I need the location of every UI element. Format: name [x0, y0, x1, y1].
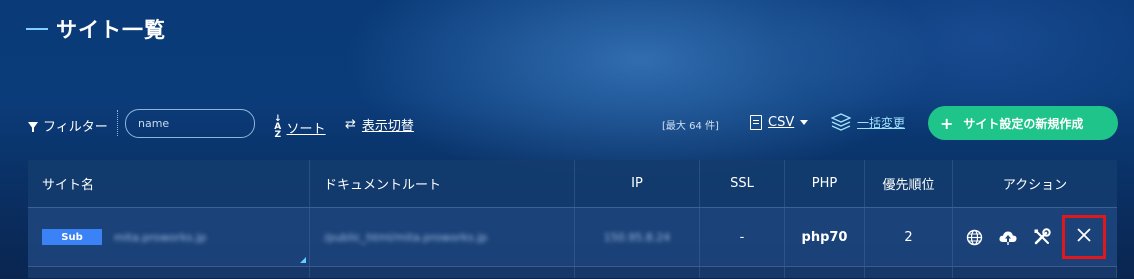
tools-icon[interactable] — [1032, 227, 1052, 247]
col-actions: アクション — [1002, 178, 1068, 193]
globe-icon[interactable] — [964, 227, 984, 247]
filter-icon — [28, 122, 38, 132]
table-header: サイト名 ドキュメントルート IP SSL PHP 優先順位 アクション — [28, 160, 1117, 207]
layers-icon — [831, 113, 851, 131]
table-row[interactable]: Sub mita.proworks.jp /public_html/mita.p… — [28, 207, 1117, 266]
cell-priority: 2 — [865, 208, 953, 266]
view-toggle-label: 表示切替 — [361, 119, 414, 134]
cell-actions — [953, 208, 1117, 266]
toolbar: フィルター ↓AZ ソート ⇄ 表示切替 [最大 64 件] CSV 一括変更 … — [0, 104, 1134, 144]
filter-label: フィルター — [28, 116, 108, 135]
delete-button[interactable] — [1062, 215, 1106, 259]
bulk-change-button[interactable]: 一括変更 — [831, 113, 905, 131]
cloud-upload-icon[interactable] — [998, 227, 1018, 247]
sub-badge: Sub — [42, 229, 102, 245]
cell-doc-root: /public_html/mita.proworks.jp — [310, 208, 575, 266]
create-site-label: サイト設定の新規作成 — [963, 116, 1084, 131]
document-icon — [750, 115, 762, 130]
close-icon — [1076, 227, 1092, 247]
csv-label: CSV — [768, 115, 795, 130]
page-title-text: サイト一覧 — [56, 18, 166, 42]
resize-corner-icon — [300, 257, 306, 263]
cell-php: php70 — [785, 208, 865, 266]
name-filter-input[interactable] — [125, 109, 255, 138]
cell-site-name: Sub mita.proworks.jp — [28, 208, 310, 266]
bulk-change-label: 一括変更 — [857, 115, 906, 130]
sort-button[interactable]: ↓ A Z ソート — [274, 114, 326, 140]
col-site-name[interactable]: サイト名 — [28, 160, 310, 207]
col-doc-root[interactable]: ドキュメントルート — [310, 160, 575, 207]
table-row-partial — [28, 266, 1117, 278]
divider — [117, 110, 118, 136]
col-php[interactable]: PHP — [785, 160, 865, 207]
filter-label-text: フィルター — [43, 120, 108, 135]
plus-icon: + — [940, 113, 954, 133]
cell-ip: 150.95.8.24 — [575, 208, 700, 266]
doc-root: /public_html/mita.proworks.jp — [324, 230, 488, 244]
page-title: サイト一覧 — [26, 14, 166, 44]
site-table: サイト名 ドキュメントルート IP SSL PHP 優先順位 アクション Sub… — [28, 160, 1117, 278]
sort-az-icon: ↓ A Z — [274, 114, 282, 140]
switch-arrows-icon: ⇄ — [345, 117, 356, 132]
max-count: [最大 64 件] — [662, 121, 719, 132]
col-ssl[interactable]: SSL — [700, 160, 785, 207]
view-toggle-button[interactable]: ⇄ 表示切替 — [345, 115, 414, 134]
col-priority[interactable]: 優先順位 — [865, 160, 953, 207]
ip-value: 150.95.8.24 — [603, 230, 671, 244]
cell-ssl: - — [700, 208, 785, 266]
col-ip[interactable]: IP — [575, 160, 700, 207]
site-name[interactable]: mita.proworks.jp — [114, 231, 206, 244]
csv-dropdown[interactable]: CSV — [750, 115, 809, 130]
sort-label: ソート — [286, 121, 326, 137]
title-dash-icon — [26, 28, 48, 30]
create-site-button[interactable]: + サイト設定の新規作成 — [928, 106, 1118, 140]
chevron-down-icon — [800, 120, 809, 125]
